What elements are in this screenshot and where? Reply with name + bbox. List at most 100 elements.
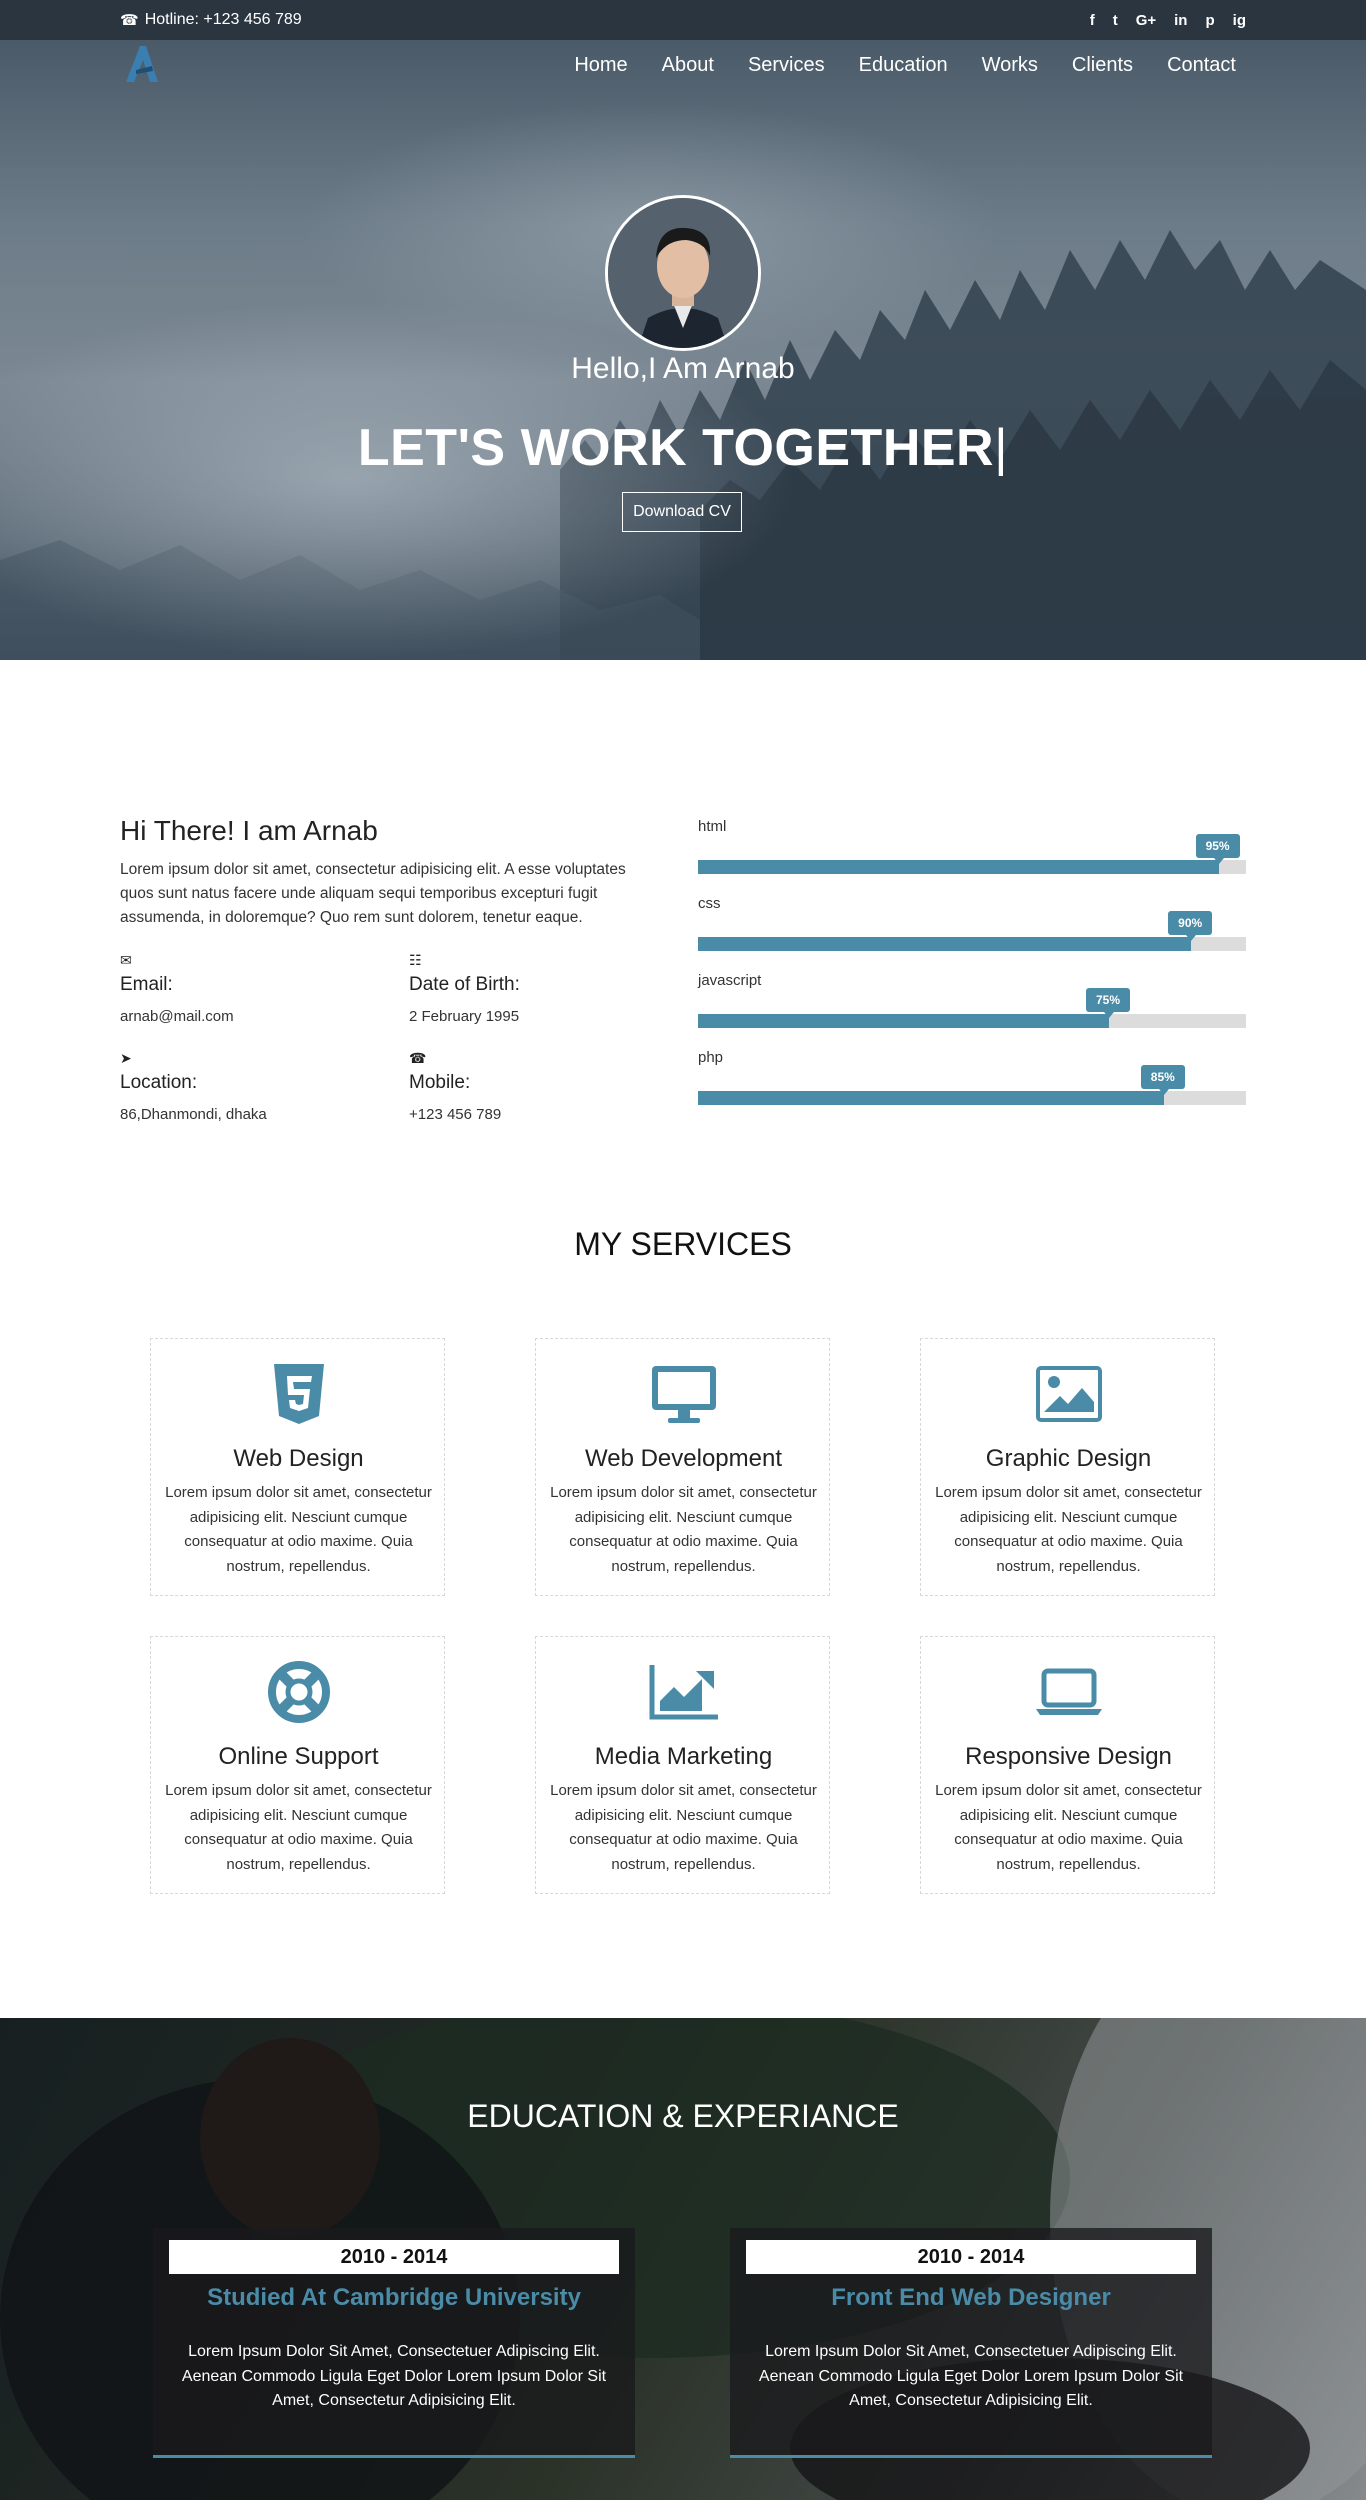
dob-value: 2 February 1995 bbox=[409, 1008, 520, 1025]
site-logo[interactable] bbox=[122, 44, 162, 84]
phone-icon: ☎ bbox=[120, 12, 139, 29]
mobile-label: Mobile: bbox=[409, 1072, 471, 1093]
info-location: ➤ Location: 86,Dhanmondi, dhaka bbox=[120, 1050, 267, 1123]
skill-fill bbox=[698, 860, 1219, 874]
service-text: Lorem ipsum dolor sit amet, consectetur … bbox=[550, 1782, 817, 1873]
top-bar: ☎ Hotline: +123 456 789 f t G+ in p ig bbox=[0, 0, 1366, 40]
facebook-icon[interactable]: f bbox=[1090, 13, 1095, 28]
skill-fill bbox=[698, 937, 1192, 951]
service-text: Lorem ipsum dolor sit amet, consectetur … bbox=[935, 1484, 1202, 1575]
hero-greeting: Hello,I Am Arnab bbox=[571, 352, 795, 385]
education-text: Lorem Ipsum Dolor Sit Amet, Consectetuer… bbox=[181, 2343, 607, 2409]
nav-contact[interactable]: Contact bbox=[1167, 54, 1236, 77]
mobile-value: +123 456 789 bbox=[409, 1106, 502, 1123]
experience-heading: Front End Web Designer bbox=[831, 2284, 1111, 2311]
skill-percent-badge: 90% bbox=[1168, 911, 1213, 941]
service-title: Online Support bbox=[218, 1743, 379, 1770]
nav-home[interactable]: Home bbox=[574, 54, 627, 77]
experience-years: 2010 - 2014 bbox=[746, 2240, 1196, 2274]
hero-headline: LET'S WORK TOGETHER| bbox=[0, 418, 1366, 478]
service-text: Lorem ipsum dolor sit amet, consectetur … bbox=[550, 1484, 817, 1575]
html5-icon bbox=[151, 1361, 446, 1427]
skill-fill bbox=[698, 1014, 1109, 1028]
education-section: EDUCATION & EXPERIANCE 2010 - 2014 Studi… bbox=[0, 2018, 1366, 2500]
hotline-text: Hotline: +123 456 789 bbox=[144, 11, 302, 28]
skill-name: css bbox=[698, 895, 721, 912]
education-title: EDUCATION & EXPERIANCE bbox=[467, 2098, 899, 2134]
service-title: Web Development bbox=[585, 1445, 782, 1472]
education-years: 2010 - 2014 bbox=[169, 2240, 619, 2274]
linkedin-icon[interactable]: in bbox=[1174, 13, 1187, 28]
location-label: Location: bbox=[120, 1072, 198, 1093]
nav-works[interactable]: Works bbox=[982, 54, 1038, 77]
info-mobile: ☎ Mobile: +123 456 789 bbox=[409, 1050, 501, 1123]
experience-text: Lorem Ipsum Dolor Sit Amet, Consectetuer… bbox=[758, 2343, 1184, 2409]
service-title: Web Design bbox=[233, 1445, 364, 1472]
dob-label: Date of Birth: bbox=[409, 974, 520, 995]
inbox-icon: ✉ bbox=[120, 952, 132, 968]
hero-section: Home About Services Education Works Clie… bbox=[0, 40, 1366, 660]
profile-photo bbox=[608, 198, 758, 348]
skill-percent-badge: 95% bbox=[1195, 834, 1240, 864]
location-arrow-icon: ➤ bbox=[120, 1050, 132, 1066]
experience-card: 2010 - 2014 Front End Web Designer Lorem… bbox=[730, 2228, 1212, 2458]
skill-track bbox=[698, 1014, 1246, 1028]
skill-name: javascript bbox=[698, 972, 762, 989]
nav-clients[interactable]: Clients bbox=[1072, 54, 1133, 77]
service-text: Lorem ipsum dolor sit amet, consectetur … bbox=[935, 1782, 1202, 1873]
skill-percent-badge: 85% bbox=[1140, 1065, 1185, 1095]
image-icon bbox=[921, 1361, 1216, 1427]
service-title: Responsive Design bbox=[965, 1743, 1172, 1770]
lifebuoy-icon bbox=[151, 1659, 446, 1725]
skill-javascript: javascript 75% bbox=[698, 972, 1246, 1028]
about-title: Hi There! I am Arnab bbox=[120, 815, 378, 846]
hotline: ☎ Hotline: +123 456 789 bbox=[120, 0, 302, 40]
email-label: Email: bbox=[120, 974, 173, 995]
hero-headline-text: LET'S WORK TOGETHER bbox=[357, 419, 995, 477]
service-title: Media Marketing bbox=[594, 1743, 773, 1770]
google-plus-icon[interactable]: G+ bbox=[1136, 13, 1156, 28]
service-card-responsive-design: Responsive Design Lorem ipsum dolor sit … bbox=[920, 1636, 1215, 1894]
download-cv-button[interactable]: Download CV bbox=[622, 492, 742, 532]
social-links: f t G+ in p ig bbox=[1090, 0, 1246, 40]
education-card: 2010 - 2014 Studied At Cambridge Univers… bbox=[153, 2228, 635, 2458]
twitter-icon[interactable]: t bbox=[1113, 13, 1118, 28]
nav-education[interactable]: Education bbox=[859, 54, 948, 77]
services-title: MY SERVICES bbox=[574, 1226, 792, 1262]
skill-percent-badge: 75% bbox=[1086, 988, 1130, 1018]
main-nav: Home About Services Education Works Clie… bbox=[574, 54, 1236, 77]
service-card-media-marketing: Media Marketing Lorem ipsum dolor sit am… bbox=[535, 1636, 830, 1894]
service-text: Lorem ipsum dolor sit amet, consectetur … bbox=[165, 1484, 432, 1575]
skill-track bbox=[698, 937, 1246, 951]
pinterest-icon[interactable]: p bbox=[1205, 13, 1214, 28]
service-card-web-development: Web Development Lorem ipsum dolor sit am… bbox=[535, 1338, 830, 1596]
service-card-online-support: Online Support Lorem ipsum dolor sit ame… bbox=[150, 1636, 445, 1894]
profile-avatar bbox=[605, 195, 761, 351]
nav-about[interactable]: About bbox=[662, 54, 714, 77]
skill-fill bbox=[698, 1091, 1164, 1105]
phone-icon: ☎ bbox=[409, 1050, 427, 1066]
service-card-web-design: Web Design Lorem ipsum dolor sit amet, c… bbox=[150, 1338, 445, 1596]
skill-name: html bbox=[698, 818, 727, 835]
service-title: Graphic Design bbox=[985, 1445, 1152, 1472]
email-value[interactable]: arnab@mail.com bbox=[120, 1008, 234, 1025]
laptop-icon bbox=[921, 1659, 1216, 1725]
service-text: Lorem ipsum dolor sit amet, consectetur … bbox=[165, 1782, 432, 1873]
skill-track bbox=[698, 860, 1246, 874]
calendar-icon: ☷ bbox=[409, 952, 422, 968]
location-value: 86,Dhanmondi, dhaka bbox=[120, 1106, 267, 1123]
instagram-icon[interactable]: ig bbox=[1233, 13, 1246, 28]
skill-html: html 95% bbox=[698, 818, 1246, 874]
area-chart-icon bbox=[536, 1659, 831, 1725]
skill-css: css 90% bbox=[698, 895, 1246, 951]
service-card-graphic-design: Graphic Design Lorem ipsum dolor sit ame… bbox=[920, 1338, 1215, 1596]
desktop-icon bbox=[536, 1361, 831, 1427]
education-heading: Studied At Cambridge University bbox=[207, 2284, 581, 2311]
nav-services[interactable]: Services bbox=[748, 54, 825, 77]
about-text: Lorem ipsum dolor sit amet, consectetur … bbox=[120, 861, 626, 926]
info-dob: ☷ Date of Birth: 2 February 1995 bbox=[409, 952, 520, 1025]
skill-name: php bbox=[698, 1049, 724, 1066]
typing-caret: | bbox=[994, 419, 1009, 477]
skill-php: php 85% bbox=[698, 1049, 1246, 1105]
info-email: ✉ Email: arnab@mail.com bbox=[120, 952, 234, 1025]
